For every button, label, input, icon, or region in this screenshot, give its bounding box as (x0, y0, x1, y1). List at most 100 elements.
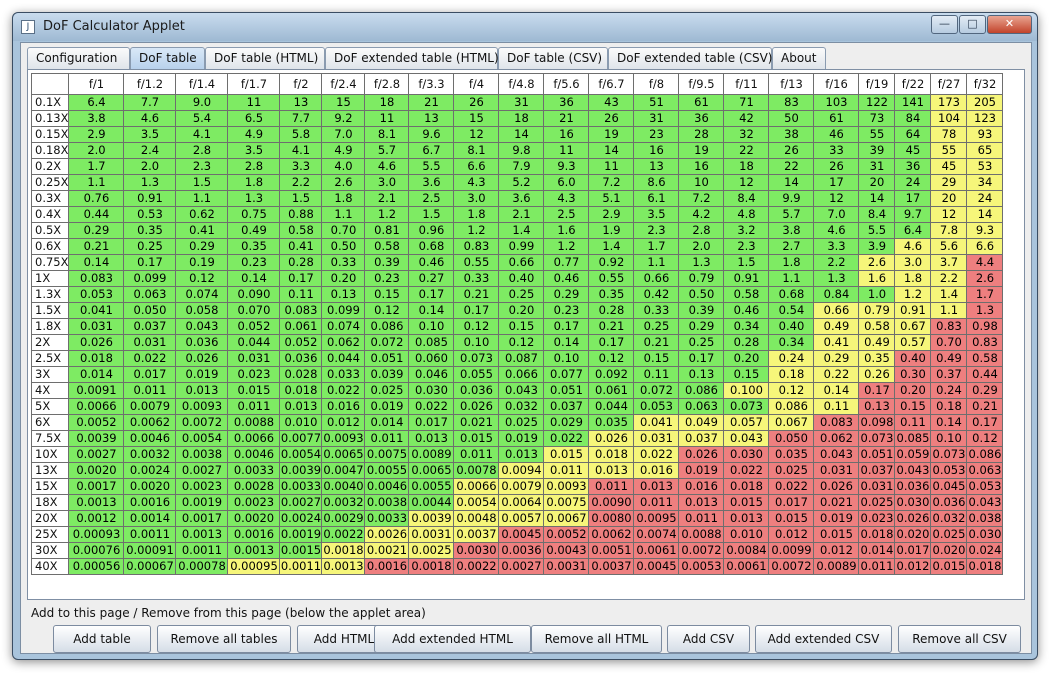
tab-about[interactable]: About (772, 47, 826, 69)
table-cell: 71 (723, 94, 770, 111)
table-cell: 9.9 (768, 190, 815, 207)
table-cell: 0.15 (633, 350, 680, 367)
table-cell: 0.018 (858, 526, 896, 543)
table-cell: 0.0018 (321, 542, 366, 559)
table-cell: 0.46 (723, 302, 770, 319)
table-cell: 0.038 (966, 510, 1004, 527)
table-cell: 0.18 (930, 398, 968, 415)
table-cell: 3.0 (453, 190, 500, 207)
table-cell: 0.20 (498, 302, 545, 319)
table-cell: 17 (813, 174, 860, 191)
table-cell: 26 (768, 142, 815, 159)
table-cell: 0.029 (543, 414, 590, 431)
table-cell: 0.036 (453, 382, 500, 399)
table-cell: 0.0032 (321, 494, 366, 511)
table-cell: 0.020 (894, 526, 932, 543)
table-cell: 0.0013 (175, 526, 229, 543)
table-cell: 0.083 (813, 414, 860, 431)
table-cell: 0.0024 (279, 510, 323, 527)
column-header: f/2.8 (364, 73, 410, 95)
table-cell: 9.8 (498, 142, 545, 159)
table-row: 20X 0.0012 0.0014 0.0017 0.0020 0.0024 0.0029 0… (30, 510, 1004, 527)
table-cell: 0.061 (588, 382, 635, 399)
table-cell: 0.0088 (678, 526, 725, 543)
table-cell: 0.55 (588, 270, 635, 287)
table-cell: 0.91 (894, 302, 932, 319)
add-extended-html-button[interactable]: Add extended HTML (374, 625, 531, 653)
table-cell: 0.0089 (813, 558, 860, 575)
table-cell: 0.0044 (408, 494, 455, 511)
table-cell: 0.086 (678, 382, 725, 399)
table-cell: 0.84 (813, 286, 860, 303)
table-cell: 0.018 (966, 558, 1004, 575)
table-cell: 0.0011 (123, 526, 177, 543)
table-cell: 0.0072 (768, 558, 815, 575)
tab-dof-table[interactable]: DoF table (130, 47, 205, 69)
table-cell: 123 (966, 110, 1004, 127)
table-row: 2.5X 0.018 0.022 0.026 0.031 0.036 0.044 0.051 0… (30, 350, 1004, 367)
table-cell: 0.92 (588, 254, 635, 271)
table-cell: 26 (813, 158, 860, 175)
maximize-button[interactable]: □ (959, 15, 986, 34)
table-cell: 55 (930, 142, 968, 159)
table-cell: 11 (588, 158, 635, 175)
remove-all-tables-button[interactable]: Remove all tables (157, 625, 291, 653)
table-cell: 0.24 (768, 350, 815, 367)
table-cell: 61 (813, 110, 860, 127)
row-header-magnification: 0.13X (30, 110, 70, 127)
table-cell: 0.35 (227, 238, 281, 255)
table-cell: 0.0011 (279, 558, 323, 575)
table-cell: 0.0026 (364, 526, 410, 543)
close-button[interactable]: ✕ (987, 15, 1032, 34)
remove-all-html-button[interactable]: Remove all HTML (531, 625, 662, 653)
table-cell: 0.018 (279, 382, 323, 399)
table-cell: 7.9 (498, 158, 545, 175)
tab-dof-table-html[interactable]: DoF table (HTML) (205, 47, 325, 69)
remove-all-csv-button[interactable]: Remove all CSV (898, 625, 1021, 653)
tab-dof-table-csv[interactable]: DoF table (CSV) (498, 47, 608, 69)
row-header-magnification: 18X (30, 494, 70, 511)
table-cell: 0.21 (68, 238, 125, 255)
table-cell: 0.0075 (364, 446, 410, 463)
table-cell: 0.14 (408, 302, 455, 319)
table-cell: 0.0017 (68, 478, 125, 495)
title-bar[interactable]: J DoF Calculator Applet — □ ✕ (13, 13, 1037, 41)
tab-dof-extended-table-csv[interactable]: DoF extended table (CSV) (608, 47, 772, 69)
table-cell: 0.060 (408, 350, 455, 367)
row-header-magnification: 25X (30, 526, 70, 543)
table-row: 13X 0.0020 0.0024 0.0027 0.0033 0.0039 0.0047 0… (30, 462, 1004, 479)
table-cell: 2.9 (588, 206, 635, 223)
table-cell: 1.0 (858, 286, 896, 303)
table-cell: 0.0084 (723, 542, 770, 559)
table-cell: 0.79 (858, 302, 896, 319)
column-header: f/1 (68, 73, 125, 95)
table-cell: 4.8 (723, 206, 770, 223)
column-header: f/2.4 (321, 73, 366, 95)
table-row: 0.13X 3.8 4.6 5.4 6.5 7.7 9.2 11 13 15 18 21 26 31 36 4… (30, 110, 1004, 127)
table-cell: 0.0039 (68, 430, 125, 447)
table-cell: 7.0 (813, 206, 860, 223)
table-cell: 0.015 (227, 382, 281, 399)
tab-dof-extended-table-html[interactable]: DoF extended table (HTML) (325, 47, 499, 69)
table-cell: 0.025 (768, 462, 815, 479)
table-cell: 0.68 (768, 286, 815, 303)
table-cell: 0.0013 (227, 542, 281, 559)
add-extended-csv-button[interactable]: Add extended CSV (755, 625, 892, 653)
table-cell: 0.0037 (588, 558, 635, 575)
add-table-button[interactable]: Add table (53, 625, 151, 653)
table-cell: 6.0 (543, 174, 590, 191)
table-cell: 0.17 (123, 254, 177, 271)
add-csv-button[interactable]: Add CSV (667, 625, 750, 653)
table-row: 0.4X 0.44 0.53 0.62 0.75 0.88 1.1 1.2 1.5 1.8 2.1 2… (30, 206, 1004, 223)
table-cell: 0.68 (408, 238, 455, 255)
table-cell: 0.0075 (543, 494, 590, 511)
table-cell: 0.35 (588, 286, 635, 303)
table-cell: 0.50 (321, 238, 366, 255)
minimize-button[interactable]: — (931, 15, 958, 34)
table-cell: 0.23 (543, 302, 590, 319)
table-cell: 18 (498, 110, 545, 127)
table-cell: 2.1 (498, 206, 545, 223)
table-cell: 2.3 (175, 158, 229, 175)
tab-configuration[interactable]: Configuration (27, 47, 130, 69)
table-cell: 0.013 (498, 446, 545, 463)
